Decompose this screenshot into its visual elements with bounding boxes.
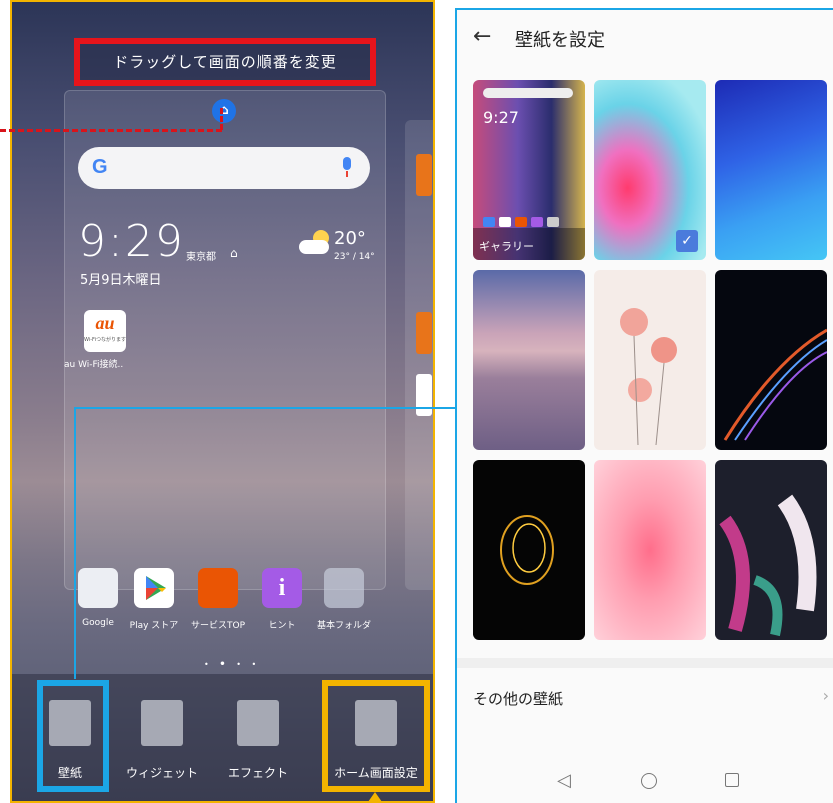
wallpaper-thumbnail[interactable]: [594, 270, 706, 450]
dock-app-label: 基本フォルダ: [316, 621, 371, 631]
section-divider: [457, 658, 833, 668]
nav-recent-icon[interactable]: [725, 773, 739, 787]
nav-home-icon[interactable]: [641, 773, 657, 789]
google-logo-icon: G: [92, 156, 108, 178]
temperature: 20°: [334, 228, 366, 249]
gallery-thumbnail[interactable]: 9:27 ギャラリー: [473, 80, 585, 260]
au-service-top-icon[interactable]: [198, 568, 238, 608]
home-settings-highlight: [322, 680, 430, 792]
set-home-page-icon[interactable]: ⌂: [212, 99, 236, 123]
gallery-time: 9:27: [483, 108, 519, 127]
wallpaper-highlight: [37, 680, 109, 792]
au-logo-sub: Wi-Fiつながります: [84, 337, 126, 343]
widget-label: ウィジェット: [125, 766, 198, 780]
widget-button[interactable]: ウィジェット: [122, 692, 202, 792]
mini-dock: [483, 212, 573, 227]
wallpaper-thumbnail[interactable]: [473, 460, 585, 640]
hint-icon[interactable]: i: [262, 568, 302, 608]
gallery-caption: ギャラリー: [479, 240, 534, 253]
wallpaper-thumbnail[interactable]: [594, 460, 706, 640]
page-indicator: • • • •: [204, 659, 261, 670]
partly-cloudy-icon: [299, 230, 335, 254]
clock-date: 5月9日木曜日: [80, 273, 162, 288]
wallpaper-thumbnail[interactable]: [473, 270, 585, 450]
effect-button[interactable]: エフェクト: [218, 692, 298, 792]
home-location-icon: ⌂: [230, 246, 238, 260]
more-wallpapers-label: その他の壁紙: [473, 690, 564, 708]
chevron-right-icon: ›: [822, 686, 829, 705]
wallpaper-settings-screen: ← 壁紙を設定 9:27 ギャラリー ✓ その他の壁紙 › ◁: [455, 8, 833, 803]
wallpaper-thumbnail[interactable]: ✓: [594, 80, 706, 260]
blue-connector: [74, 407, 456, 409]
back-arrow-icon[interactable]: ←: [473, 24, 491, 49]
red-connector: [220, 108, 223, 130]
wallpaper-thumbnail[interactable]: [715, 270, 827, 450]
effect-icon: [237, 700, 279, 746]
widget-icon: [141, 700, 183, 746]
selected-check-icon: ✓: [676, 230, 698, 252]
next-page-app-icon: [416, 312, 432, 354]
clock-location: 東京都: [186, 252, 216, 263]
au-wifi-app-label: au Wi-Fi接続..: [64, 360, 124, 370]
page-title: 壁紙を設定: [515, 30, 605, 51]
drag-reorder-hint: ドラッグして画面の順番を変更: [74, 38, 376, 86]
au-wifi-app-icon[interactable]: au Wi-Fiつながります: [84, 310, 126, 352]
wallpaper-thumbnail[interactable]: [715, 80, 827, 260]
blue-connector: [74, 407, 76, 679]
pointer-arrow-icon: [368, 792, 382, 801]
basic-folder-icon[interactable]: [324, 568, 364, 608]
effect-label: エフェクト: [227, 766, 288, 780]
google-search-bar[interactable]: G: [78, 147, 370, 189]
temperature-range: 23° / 14°: [334, 252, 375, 262]
clock-time: 9:29: [78, 216, 185, 267]
play-store-icon[interactable]: [134, 568, 174, 608]
au-logo: au: [95, 313, 115, 333]
nav-back-icon[interactable]: ◁: [557, 770, 571, 791]
next-page-app-icon: [416, 374, 432, 416]
google-folder-icon[interactable]: [78, 568, 118, 608]
more-wallpapers-row[interactable]: その他の壁紙 ›: [457, 668, 833, 718]
mini-search-bar: [483, 88, 573, 98]
microphone-icon[interactable]: [342, 157, 352, 177]
next-page-app-icon: [416, 154, 432, 196]
red-connector: [0, 129, 222, 132]
wallpaper-thumbnail[interactable]: [715, 460, 827, 640]
